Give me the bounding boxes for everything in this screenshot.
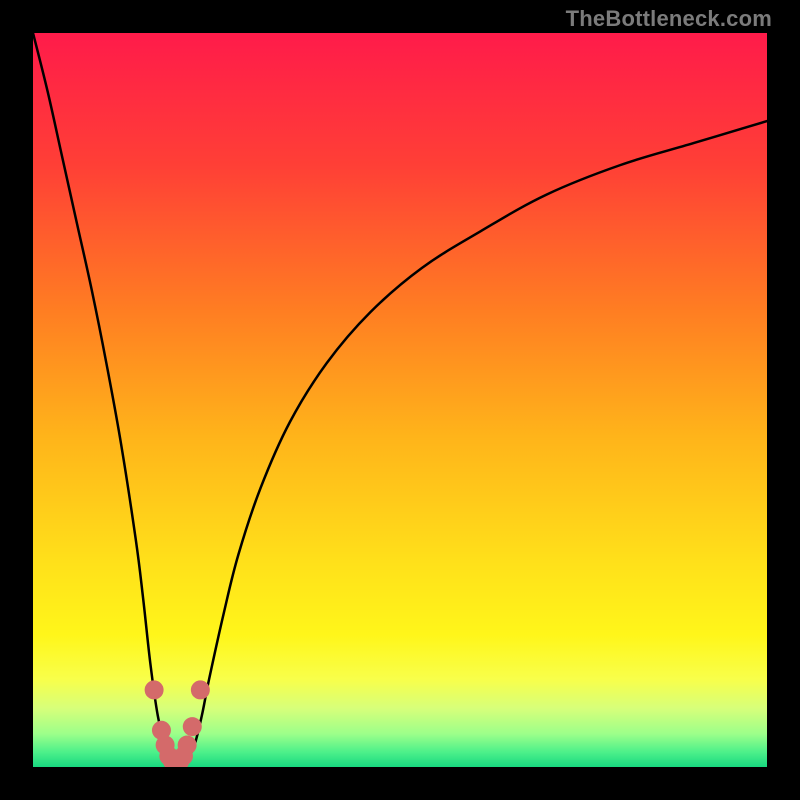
valley-marker [145,680,164,699]
watermark-label: TheBottleneck.com [566,6,772,32]
valley-marker [183,717,202,736]
chart-plot-area [33,33,767,767]
valley-marker [178,735,197,754]
valley-marker [191,680,210,699]
chart-curve [33,33,767,767]
